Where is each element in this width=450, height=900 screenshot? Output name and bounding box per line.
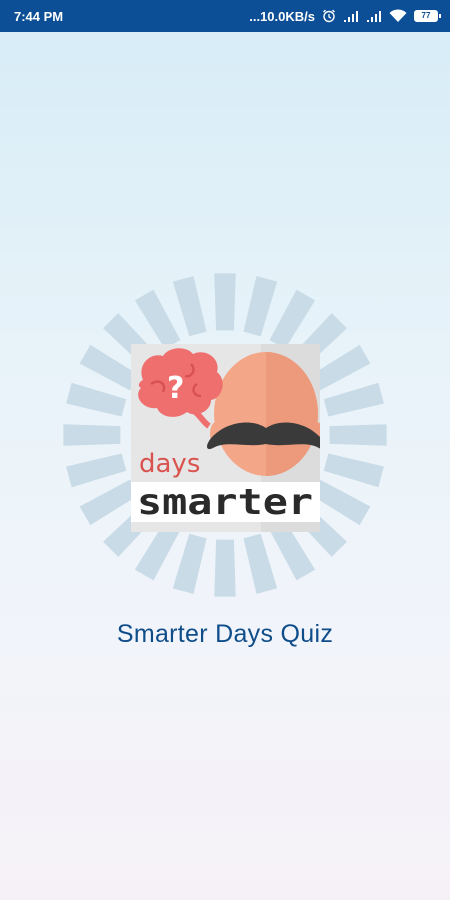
sunburst-ray [323,382,384,417]
sunburst-ray [243,533,278,594]
status-bar: 7:44 PM ...10.0KB/s 77 [0,0,450,32]
brain-question-mark: ? [167,371,184,406]
status-icons: ...10.0KB/s 77 [249,8,441,24]
signal-icon [343,10,359,23]
sunburst-ray [63,424,121,446]
sunburst-ray [329,424,387,446]
splash-logo-area: ? days smarter [55,265,395,605]
app-title: Smarter Days Quiz [116,620,334,648]
sunburst-ray [323,453,384,488]
battery-icon: 77 [414,10,441,22]
signal-icon [366,10,382,23]
app-logo: ? days smarter [131,344,320,532]
logo-word-days: days [139,449,200,479]
sunburst-ray [243,276,278,337]
alarm-icon [322,9,336,23]
sunburst-ray [172,533,207,594]
network-speed: ...10.0KB/s [249,8,315,24]
sunburst-ray [214,273,236,331]
sunburst-ray [66,382,127,417]
sunburst-ray [214,539,236,597]
status-time: 7:44 PM [14,8,64,24]
logo-word-smarter: smarter [137,482,313,523]
wifi-icon [389,9,407,23]
sunburst-ray [172,276,207,337]
sunburst-ray [66,453,127,488]
